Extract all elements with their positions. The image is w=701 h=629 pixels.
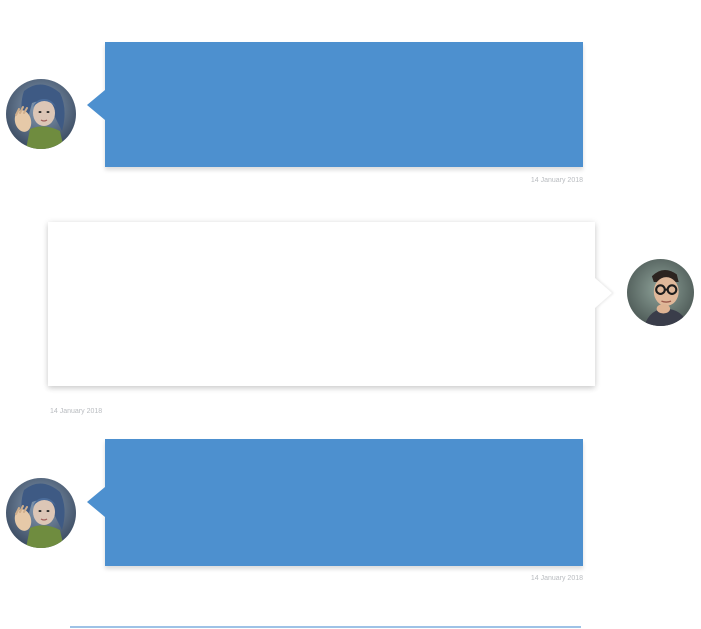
message-timestamp: 14 January 2018 [530, 575, 583, 582]
chat-thread: 14 January 2018 14 January 2018 14 Janua… [0, 0, 701, 629]
bubble-tail [87, 90, 105, 120]
woman-avatar[interactable] [6, 478, 76, 548]
message-timestamp: 14 January 2018 [530, 177, 583, 184]
message-timestamp: 14 January 2018 [50, 408, 103, 415]
message-bubble-outgoing[interactable] [48, 222, 612, 386]
next-message-bubble-edge [70, 626, 581, 628]
woman-avatar-icon [6, 478, 76, 548]
bubble-tail [595, 278, 612, 308]
man-avatar-icon [627, 259, 694, 326]
message-bubble-incoming[interactable] [87, 42, 583, 167]
message-bubble-incoming[interactable] [87, 439, 583, 566]
bubble-tail [87, 487, 105, 517]
woman-avatar[interactable] [6, 79, 76, 149]
man-avatar[interactable] [627, 259, 694, 326]
woman-avatar-icon [6, 79, 76, 149]
